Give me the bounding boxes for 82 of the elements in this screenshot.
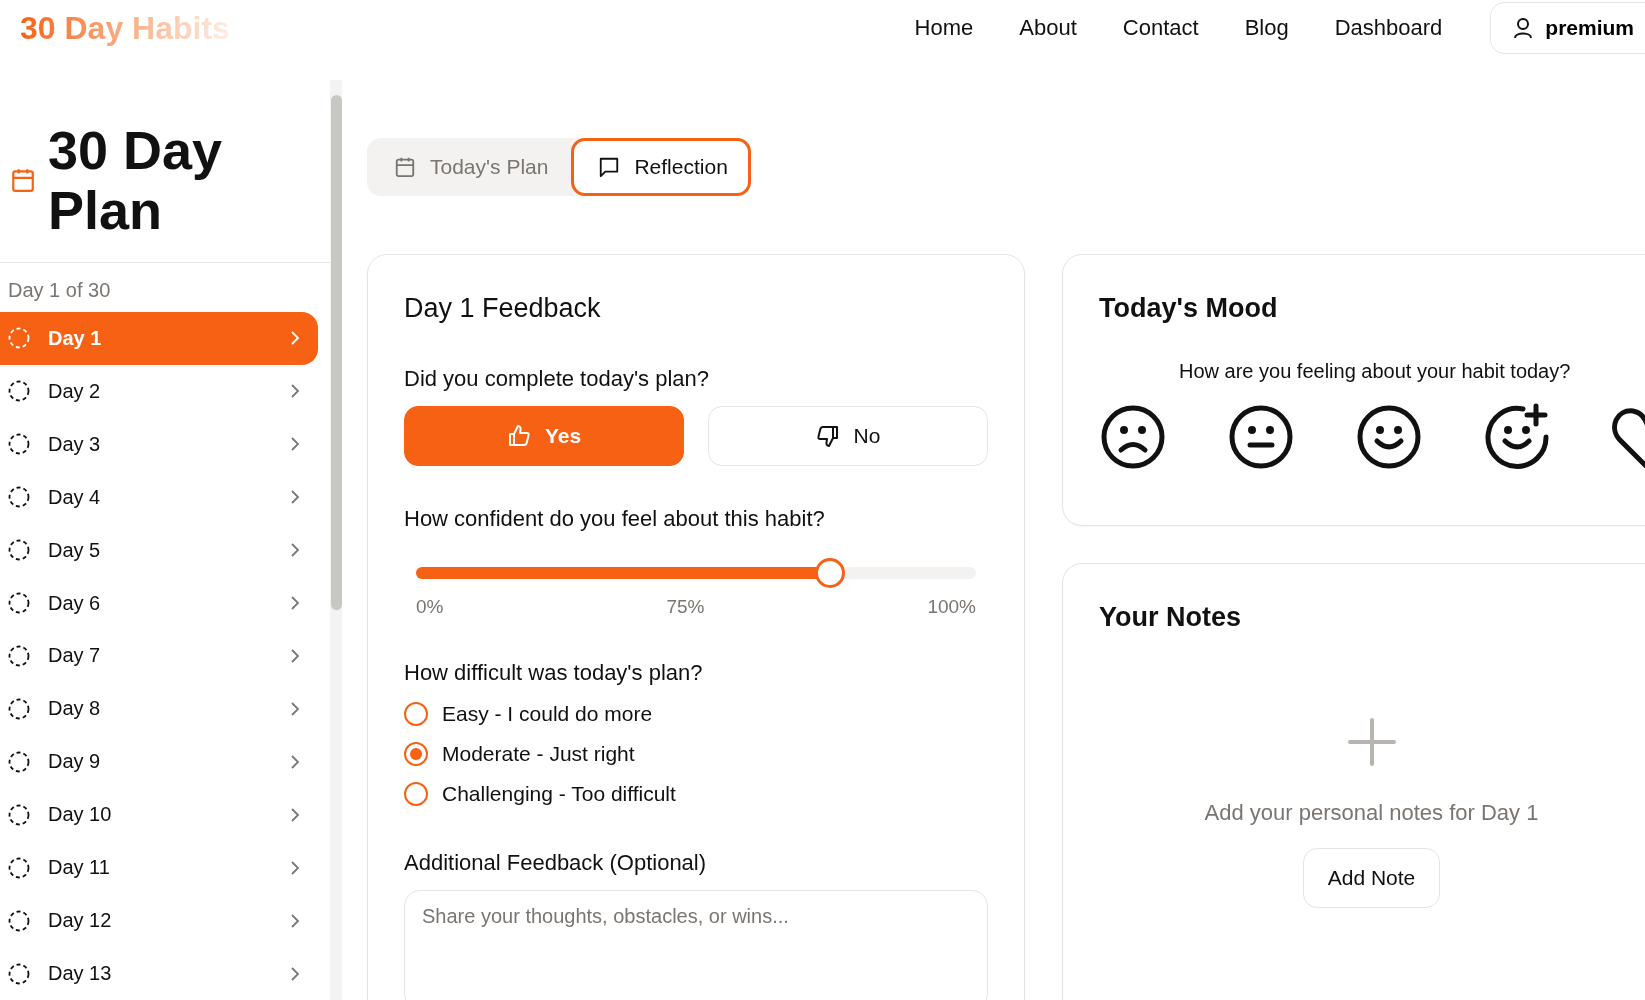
dashed-circle-icon — [8, 803, 30, 826]
chevron-right-icon — [290, 753, 300, 770]
chevron-right-icon — [290, 912, 300, 929]
question-text: How difficult was today's plan? — [404, 660, 704, 686]
slider-tick-label: 100% — [927, 596, 976, 618]
sidebar-item[interactable]: Day 13 — [0, 947, 318, 1000]
sidebar-item[interactable]: Day 8 — [0, 682, 318, 736]
nav-link[interactable]: Contact — [1122, 15, 1199, 41]
calendar-icon — [394, 156, 416, 178]
smiling-face-plus-icon[interactable] — [1483, 403, 1551, 471]
field-label: Additional Feedback (Optional) — [404, 850, 708, 876]
dashed-circle-icon — [8, 750, 30, 773]
nav-link[interactable]: Blog — [1244, 15, 1289, 41]
chevron-right-icon — [290, 700, 300, 717]
radio-button[interactable] — [404, 702, 428, 726]
dashed-circle-icon — [8, 645, 30, 667]
chevron-right-icon — [290, 806, 300, 823]
nav-link[interactable]: Home — [914, 15, 974, 41]
nav-link[interactable]: Dashboard — [1334, 15, 1443, 41]
empty-notes-text: Add your personal notes for Day 1 — [1204, 800, 1539, 826]
sidebar-item[interactable]: Day 4 — [0, 470, 318, 524]
slider-tick-label: 0% — [416, 596, 444, 618]
speech-bubble-icon — [598, 156, 621, 178]
question-text: Did you complete today's plan? — [404, 366, 711, 392]
sidebar-title: 30 Day Plan — [48, 120, 224, 240]
chevron-right-icon — [290, 383, 300, 400]
chevron-right-icon — [290, 436, 300, 453]
sidebar-item[interactable]: Day 6 — [0, 576, 318, 630]
sidebar-item[interactable]: Day 9 — [0, 735, 318, 789]
chevron-right-icon — [290, 489, 300, 506]
calendar-icon — [10, 167, 36, 193]
dashed-circle-icon — [8, 592, 30, 615]
dashed-circle-icon — [8, 962, 30, 985]
sidebar-item[interactable]: Day 10 — [0, 788, 318, 842]
chevron-right-icon — [290, 859, 300, 876]
user-icon — [1513, 17, 1534, 39]
radio-label: Moderate - Just right — [442, 742, 635, 766]
dashed-circle-icon — [8, 697, 30, 720]
nav-link[interactable]: About — [1019, 15, 1077, 41]
dashed-circle-icon — [8, 909, 30, 932]
neutral-face-icon[interactable] — [1227, 403, 1295, 471]
chevron-right-icon — [290, 648, 300, 664]
sidebar-item[interactable]: Day 11 — [0, 841, 318, 895]
sidebar-item[interactable]: Day 7 — [0, 629, 318, 683]
mood-prompt: How are you feeling about your habit today? — [1179, 360, 1572, 383]
progress-text: Day 1 of 30 — [7, 278, 112, 303]
card-title: Day 1 Feedback — [404, 293, 602, 324]
sidebar-item[interactable]: Day 2 — [0, 364, 318, 418]
dashed-circle-icon — [8, 433, 30, 456]
no-button[interactable]: No — [708, 406, 988, 466]
radio-button[interactable] — [404, 782, 428, 806]
sidebar-item[interactable]: Day 5 — [0, 523, 318, 577]
account-button[interactable]: premium — [1490, 2, 1645, 54]
chevron-right-icon — [290, 965, 300, 982]
sidebar-item[interactable]: Day 12 — [0, 894, 318, 948]
dashed-circle-icon — [8, 856, 30, 879]
tab[interactable]: Today's Plan — [367, 138, 572, 196]
radio-label: Challenging - Too difficult — [442, 782, 676, 806]
thumbs-down-icon — [815, 424, 840, 448]
chevron-right-icon — [290, 595, 300, 612]
dashed-circle-icon — [8, 380, 30, 403]
question-text: How confident do you feel about this habit? — [404, 506, 826, 532]
dashed-circle-icon — [8, 327, 30, 350]
scrollbar-thumb[interactable] — [330, 95, 342, 610]
slider-tick-label: 75% — [666, 596, 705, 618]
slider-thumb[interactable] — [815, 558, 846, 588]
card-title: Your Notes — [1099, 602, 1242, 633]
dashed-circle-icon — [8, 486, 30, 509]
sad-face-icon[interactable] — [1099, 403, 1167, 471]
feedback-input[interactable]: Share your thoughts, obstacles, or wins... — [404, 890, 988, 1000]
radio-button[interactable] — [404, 742, 428, 766]
chevron-right-icon — [290, 330, 300, 347]
tab[interactable]: Reflection — [571, 138, 751, 196]
add-note-button[interactable]: Add Note — [1302, 848, 1441, 908]
card-title: Today's Mood — [1099, 293, 1279, 324]
radio-label: Easy - I could do more — [442, 702, 653, 726]
sidebar-item[interactable]: Day 3 — [0, 417, 318, 471]
smiling-face-icon[interactable] — [1355, 403, 1423, 471]
plus-icon — [1347, 718, 1396, 766]
thumbs-up-icon — [506, 424, 531, 448]
dashed-circle-icon — [8, 539, 30, 562]
chevron-right-icon — [290, 542, 300, 559]
